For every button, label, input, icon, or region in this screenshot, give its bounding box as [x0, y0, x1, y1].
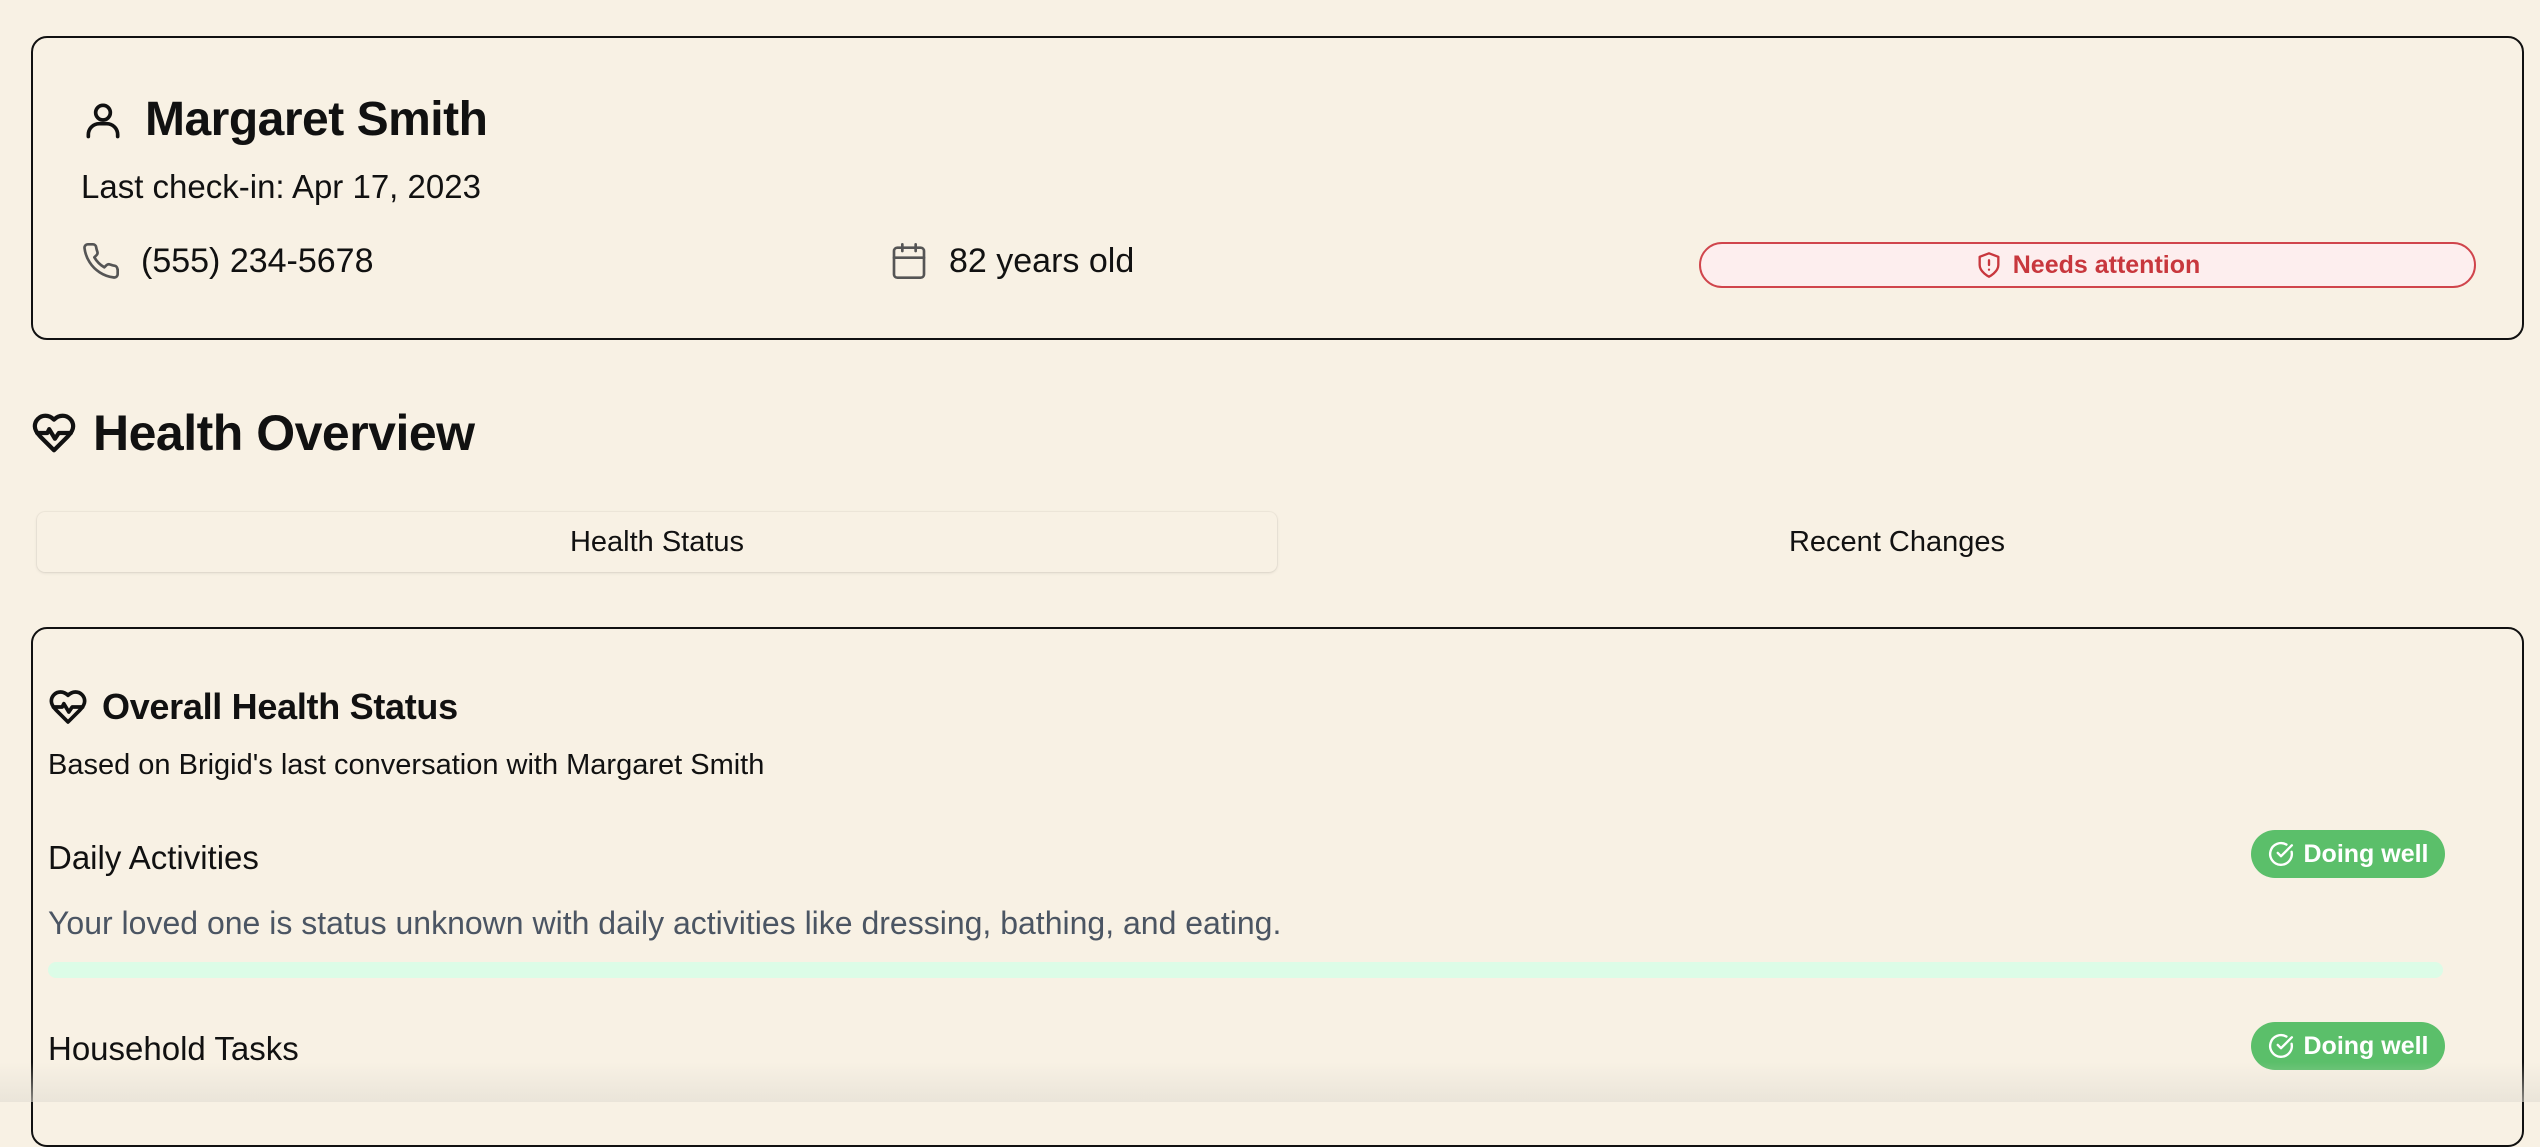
progress-bar-daily [48, 962, 2443, 978]
activity-description-daily: Your loved one is status unknown with da… [48, 905, 1282, 941]
status-badge-label: Doing well [2303, 839, 2429, 868]
patient-card: Margaret Smith Last check-in: Apr 17, 20… [31, 36, 2524, 340]
status-badge-household: Doing well [2251, 1022, 2445, 1070]
phone-number[interactable]: (555) 234-5678 [141, 242, 374, 281]
phone-icon [83, 242, 120, 279]
tab-bar: Health Status Recent Changes [37, 512, 2527, 572]
shield-alert-icon [1978, 252, 2000, 278]
needs-attention-badge[interactable]: Needs attention [1699, 242, 2476, 288]
status-card-header: Overall Health Status [48, 686, 458, 728]
user-icon [86, 103, 120, 138]
status-card-subtitle: Based on Brigid's last conversation with… [48, 749, 765, 781]
patient-name-row: Margaret Smith [81, 92, 488, 147]
phone-info: (555) 234-5678 [81, 241, 374, 281]
status-card-title: Overall Health Status [102, 686, 458, 727]
health-overview-header: Health Overview [31, 404, 475, 462]
activity-title-household: Household Tasks [48, 1030, 299, 1067]
tab-health-status[interactable]: Health Status [37, 512, 1277, 572]
check-circle-icon [2268, 841, 2293, 866]
heart-pulse-icon [49, 690, 87, 724]
section-title: Health Overview [93, 405, 475, 461]
progress-fill-daily [48, 962, 2443, 978]
patient-name: Margaret Smith [145, 93, 488, 146]
last-checkin: Last check-in: Apr 17, 2023 [81, 168, 481, 205]
status-badge-daily: Doing well [2251, 830, 2445, 878]
check-circle-icon [2268, 1033, 2293, 1058]
tab-recent-changes[interactable]: Recent Changes [1277, 512, 2517, 572]
needs-attention-label: Needs attention [2012, 250, 2201, 279]
activity-title-daily: Daily Activities [48, 839, 259, 876]
calendar-icon [892, 243, 926, 279]
heart-pulse-icon [32, 413, 76, 453]
status-badge-label: Doing well [2303, 1031, 2429, 1060]
age-info: 82 years old [889, 241, 1134, 281]
patient-age: 82 years old [949, 241, 1135, 280]
